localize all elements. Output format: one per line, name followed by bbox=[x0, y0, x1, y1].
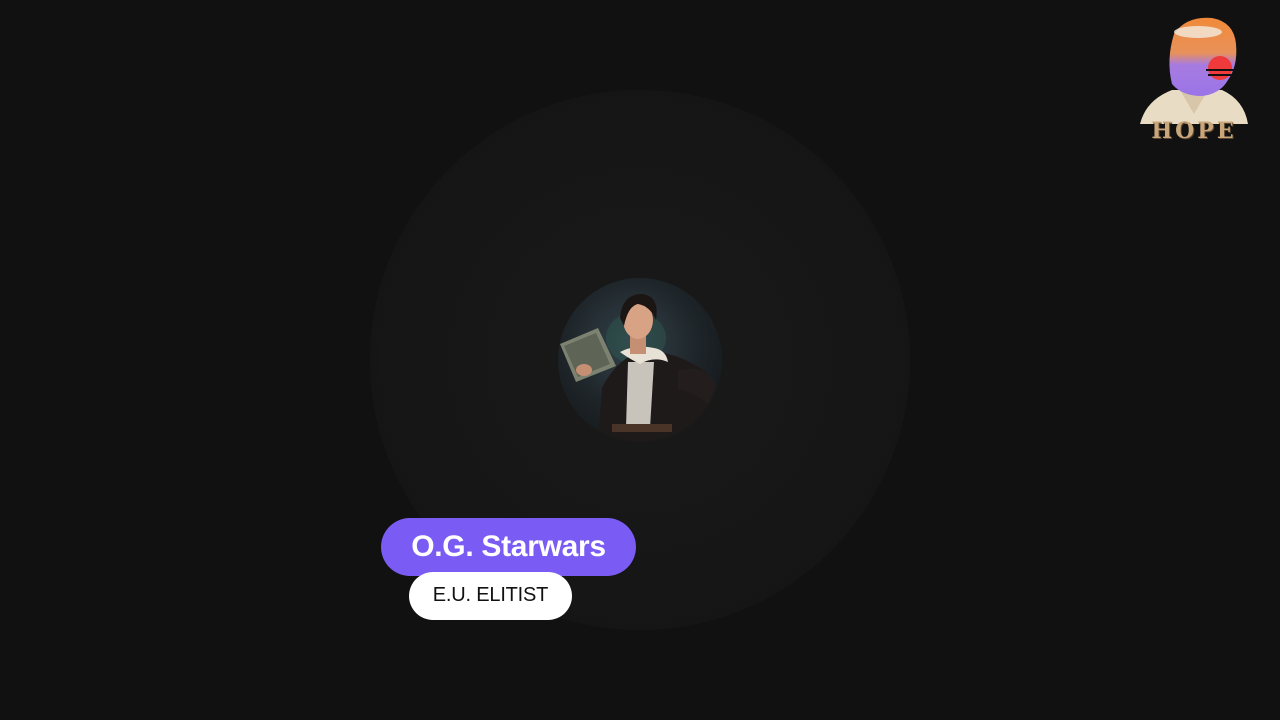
avatar bbox=[558, 278, 722, 442]
hope-logo: HOPE bbox=[1136, 14, 1252, 144]
logo-text: HOPE bbox=[1151, 118, 1237, 144]
username-badge: O.G. Starwars bbox=[381, 518, 636, 576]
user-tag-badge: E.U. ELITIST bbox=[409, 572, 572, 620]
stage: HOPE O.G. Starwars E.U. ELITIST bbox=[0, 0, 1280, 720]
character-portrait-icon bbox=[560, 294, 718, 442]
hope-portrait-logo-icon bbox=[1140, 17, 1248, 124]
